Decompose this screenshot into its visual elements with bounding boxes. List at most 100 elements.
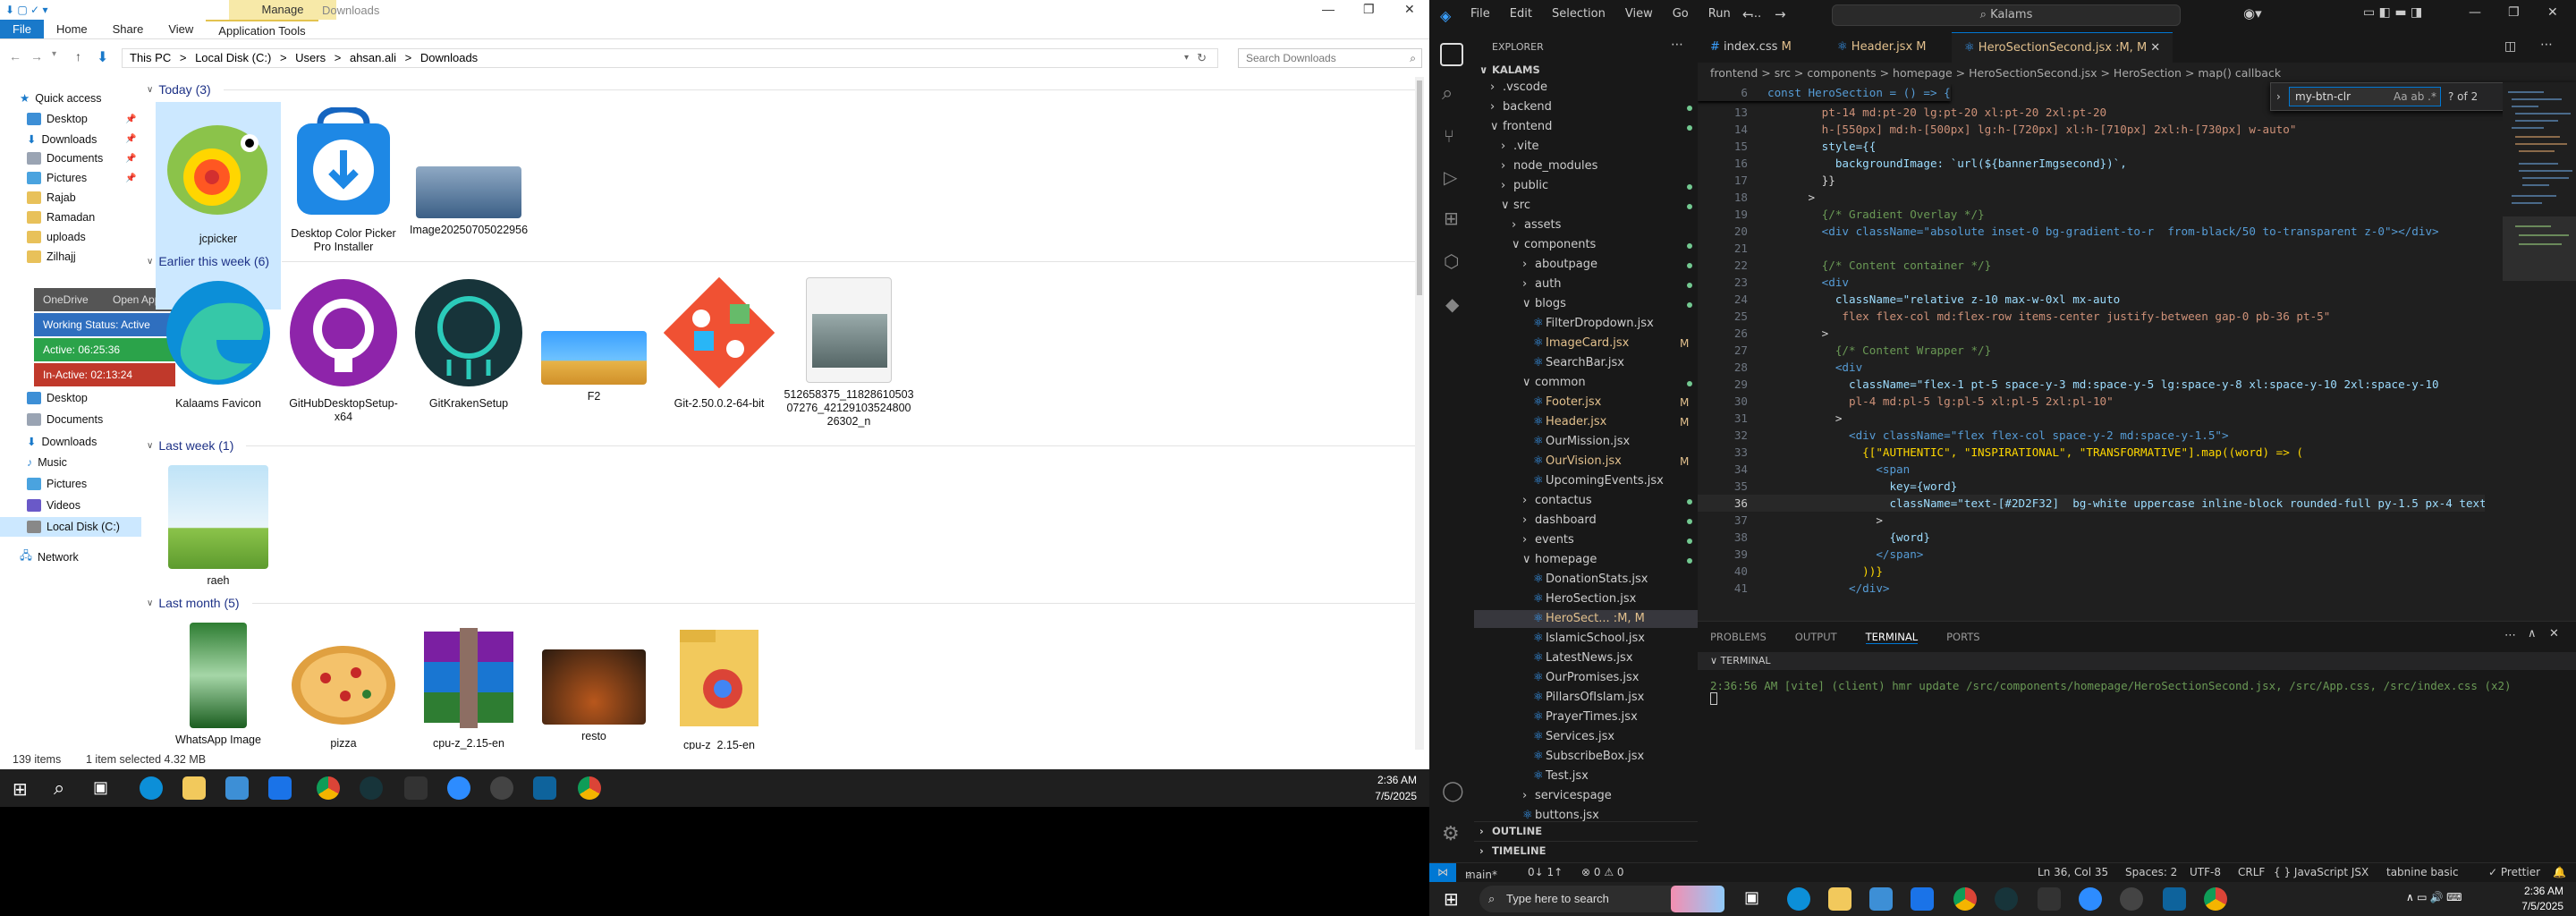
tree-file[interactable]: ⚛ Footer.jsx M [1474,394,1698,411]
language-mode[interactable]: { } JavaScript JSX [2274,866,2368,878]
gitkraken-taskbar-icon[interactable] [360,776,383,800]
encoding[interactable]: UTF-8 [2190,866,2221,878]
search-icon[interactable]: ⌕ [1442,82,1453,105]
tray-icons[interactable]: ∧ ▭ 🔊 ⌨ [2406,891,2462,903]
code-line[interactable]: 20 <div className="absolute inset-0 bg-g… [1698,223,2439,240]
menu-go[interactable]: Go [1673,7,1689,21]
terminal-taskbar-icon[interactable] [404,776,428,800]
copilot-icon[interactable]: ◉▾ [2243,5,2262,21]
menu-edit[interactable]: Edit [1510,7,1532,21]
nav-item-downloads[interactable]: ⬇ Downloads [27,132,97,147]
file-explorer-taskbar-icon[interactable] [182,776,206,800]
windows-start-icon[interactable]: ⊞ [13,778,28,801]
nav-pc-downloads[interactable]: ⬇ Downloads [27,435,97,449]
crumb-users[interactable]: Users [295,51,326,64]
account-icon[interactable]: ◯ [1442,780,1464,802]
code-line[interactable]: 25 flex flex-col md:flex-row items-cente… [1698,308,2330,325]
zoom-taskbar-icon[interactable] [447,776,470,800]
tab-output[interactable]: OUTPUT [1795,631,1837,644]
tree-file[interactable]: ⚛ HeroSection.jsx [1474,590,1698,608]
tree-folder[interactable]: › public [1474,177,1698,195]
minimize-icon[interactable]: — [1322,2,1335,16]
nav-pc-music[interactable]: ♪ Music [27,456,67,469]
group-today[interactable]: ∨ Today (3) [147,82,1417,97]
close-icon[interactable]: ✕ [1404,2,1415,17]
file-item[interactable]: Git-2.50.0.2-64-bit [657,276,782,411]
tree-folder[interactable]: ∨ blogs [1474,295,1698,313]
code-line[interactable]: 41 </div> [1698,580,1890,597]
close-tab-icon[interactable]: ✕ [2150,41,2160,55]
recent-chevron-down-icon[interactable]: ▾ [52,49,56,59]
tab-application-tools[interactable]: Application Tools [206,20,318,38]
tree-folder[interactable]: › node_modules [1474,157,1698,175]
tab-terminal[interactable]: TERMINAL [1865,631,1919,644]
code-line[interactable]: 21 [1698,240,1767,257]
nav-item-ramadan[interactable]: Ramadan [27,211,95,224]
code-line[interactable]: 32 <div className="flex flex-col space-y… [1698,427,2229,444]
code-line[interactable]: 18 > [1698,189,1815,206]
tree-file[interactable]: ⚛ FilterDropdown.jsx [1474,315,1698,333]
nav-network[interactable]: 🖧 Network [20,547,79,566]
split-editor-icon[interactable]: ◫ [2504,39,2516,54]
problems-status[interactable]: ⊗ 0 ⚠ 0 [1581,866,1624,878]
tree-folder[interactable]: ∨ frontend [1474,118,1698,136]
code-line[interactable]: 39 </span> [1698,546,1924,563]
tree-folder[interactable]: ∨ src [1474,197,1698,215]
tree-folder[interactable]: ∨ homepage [1474,551,1698,569]
gear-icon[interactable]: ⚙ [1442,823,1460,845]
tree-folder[interactable]: › contactus [1474,492,1698,510]
tree-file[interactable]: ⚛ Test.jsx [1474,768,1698,785]
zoom-taskbar-icon[interactable] [2079,887,2102,911]
terminal-header[interactable]: ∨ TERMINAL [1698,652,2576,670]
file-item[interactable]: pizza [281,642,406,751]
menu-run[interactable]: Run [1708,7,1731,21]
group-last-week[interactable]: ∨ Last week (1) [147,438,1417,453]
nav-item-desktop[interactable]: Desktop [27,113,88,125]
code-line[interactable]: 36 className="text-[#2D2F32] bg-white up… [1698,495,2485,512]
forward-icon[interactable]: → [30,49,43,64]
file-item[interactable]: cpu-z_2.15-en [406,628,531,751]
file-item[interactable]: cpu-z_2.15-en [657,624,782,752]
code-line[interactable]: 34 <span [1698,461,1910,478]
nav-quick-access[interactable]: ★ Quick access [20,91,102,106]
code-line[interactable]: 17 }} [1698,172,1835,189]
crumb-user[interactable]: ahsan.ali [350,51,396,64]
crumb-local-disk[interactable]: Local Disk (C:) [195,51,271,64]
search-icon[interactable]: ⌕ [54,776,64,800]
more-actions-icon[interactable]: ⋯ [1671,38,1683,52]
tree-folder[interactable]: › .vite [1474,138,1698,156]
code-line[interactable]: 15 style={{ [1698,138,1877,155]
sticky-scroll-line[interactable]: 6 const HeroSection = () => { [1698,84,1951,101]
code-line[interactable]: 13 pt-14 md:pt-20 lg:pt-20 xl:pt-20 2xl:… [1698,104,2106,121]
store-taskbar-icon[interactable] [1869,887,1893,911]
terminal-taskbar-icon[interactable] [2038,887,2061,911]
tree-folder[interactable]: ∨ common [1474,374,1698,392]
tree-file[interactable]: ⚛ OurPromises.jsx [1474,669,1698,687]
breadcrumb[interactable]: frontend > src > components > homepage >… [1710,66,2281,80]
tab-home[interactable]: Home [44,20,100,38]
address-chevron-down-icon[interactable]: ▾ [1184,49,1189,67]
tree-file[interactable]: ⚛ DonationStats.jsx [1474,571,1698,589]
tree-folder[interactable]: › servicespage [1474,787,1698,805]
tab-share[interactable]: Share [100,20,157,38]
nav-item-pictures[interactable]: Pictures [27,172,87,184]
chrome-canary-taskbar-icon[interactable] [2204,887,2227,911]
remote-icon[interactable]: ⬡ [1444,250,1459,272]
maximize-panel-icon[interactable]: ∧ [2528,627,2537,640]
tab-ports[interactable]: PORTS [1946,631,1979,644]
code-line[interactable]: 26 > [1698,325,1828,342]
clock[interactable]: 2:36 AM 7/5/2025 [1375,772,1417,804]
file-explorer-taskbar-icon[interactable] [1828,887,1852,911]
taskbar-search-input[interactable]: ⌕ Type here to search [1479,886,1685,912]
command-center[interactable]: ⌕ Kalams [1832,4,2181,26]
code-line[interactable]: 30 pl-4 md:pl-5 lg:pl-5 xl:pl-5 2xl:pl-1… [1698,393,2114,410]
indentation[interactable]: Spaces: 2 [2125,866,2177,878]
tab-index-css[interactable]: # index.css M [1698,32,1804,63]
terminal-output[interactable]: 2:36:56 AM [vite] (client) hmr update /s… [1710,679,2512,708]
tree-folder[interactable]: › dashboard [1474,512,1698,530]
mail-taskbar-icon[interactable] [1911,887,1934,911]
tree-folder[interactable]: › auth [1474,276,1698,293]
code-line[interactable]: 35 key={word} [1698,478,1957,495]
tree-file[interactable]: ⚛ Header.jsx M [1474,413,1698,431]
address-input[interactable]: This PC > Local Disk (C:) > Users > ahsa… [122,48,1218,68]
